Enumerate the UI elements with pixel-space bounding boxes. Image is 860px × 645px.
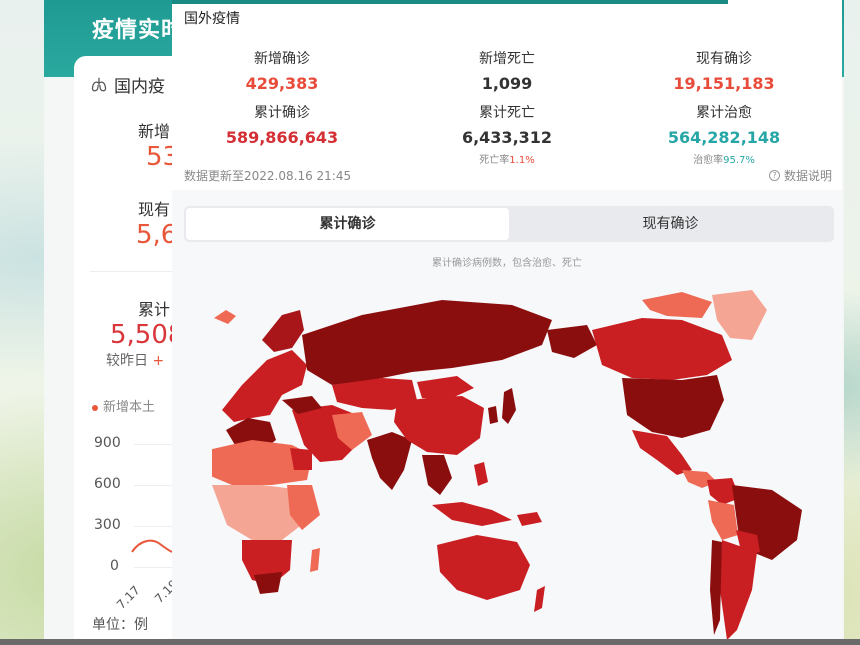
map-region-south-africa [254, 572, 282, 594]
stat-label: 现有确诊 [696, 51, 752, 67]
map-region-scandinavia [262, 310, 304, 352]
section-title: 国外疫情 [184, 11, 240, 27]
death-rate-value: 1.1% [509, 155, 535, 166]
stat-value: 19,151,183 [673, 74, 775, 93]
new-confirm-label: 新增 [138, 122, 171, 141]
stat-label: 累计死亡 [479, 105, 535, 121]
map-region-se-asia [422, 455, 452, 495]
chart-legend[interactable]: 新增本土 [92, 396, 155, 415]
stat-new-confirm: 新增确诊 429,383 [172, 48, 392, 93]
tab-total-confirm[interactable]: 累计确诊 [186, 208, 509, 240]
map-tabs: 累计确诊 现有确诊 [184, 206, 834, 242]
grid-line [134, 526, 174, 527]
card-header: 国内疫 [90, 72, 165, 97]
trend-line [131, 539, 173, 553]
data-explain-link[interactable]: ? 数据说明 [768, 167, 832, 184]
map-region-mongolia [417, 376, 474, 398]
grid-line [134, 485, 174, 486]
legend-dot-icon [92, 404, 98, 411]
map-region-alaska [547, 325, 597, 358]
y-tick: 300 [94, 517, 121, 533]
map-region-arctic-islands [642, 292, 712, 318]
data-explain-label: 数据说明 [783, 169, 832, 183]
map-region-madagascar [310, 548, 320, 572]
stat-new-death: 新增死亡 1,099 [397, 48, 617, 93]
grid-line [134, 444, 174, 445]
map-region-philippines [474, 462, 488, 486]
map-region-new-zealand [534, 586, 545, 612]
map-caption: 累计确诊病例数，包含治愈、死亡 [432, 258, 582, 269]
map-region-png [517, 512, 542, 526]
lung-icon [91, 77, 107, 91]
map-region-chile [710, 540, 722, 635]
stat-label: 累计治愈 [696, 105, 752, 121]
stat-value: 1,099 [481, 74, 533, 93]
top-strip [172, 0, 728, 4]
map-region-usa [622, 375, 724, 438]
stat-label: 新增确诊 [254, 51, 310, 67]
map-region-korea [488, 406, 498, 424]
help-icon: ? [768, 170, 780, 181]
cure-rate-value: 95.7% [723, 155, 755, 166]
death-rate-label: 死亡率 [479, 155, 510, 166]
current-confirm-label: 现有 [138, 200, 171, 219]
map-region-japan [502, 388, 516, 424]
stat-value: 429,383 [245, 74, 319, 93]
map-panel: 累计确诊 现有确诊 累计确诊病例数，包含治愈、死亡 [172, 190, 842, 645]
global-panel: 国外疫情 新增确诊 429,383 新增死亡 1,099 现有确诊 19,151… [172, 0, 842, 645]
update-time: 数据更新至2022.08.16 21:45 [184, 169, 352, 183]
stat-total-death: 累计死亡 6,433,312 死亡率1.1% [397, 102, 617, 166]
cure-rate-label: 治愈率 [693, 155, 724, 166]
compare-line: 较昨日 + [106, 350, 164, 370]
bottom-bar [0, 639, 860, 645]
y-tick: 600 [94, 476, 121, 492]
stat-total-confirm: 累计确诊 589,866,643 [172, 102, 392, 147]
map-region-canada [592, 318, 732, 380]
stat-label: 累计确诊 [254, 105, 310, 121]
world-map[interactable] [212, 290, 812, 645]
y-tick: 900 [94, 435, 121, 451]
stat-total-cured: 累计治愈 564,282,148 治愈率95.7% [614, 102, 834, 166]
map-region-indonesia [432, 502, 512, 526]
death-rate: 死亡率1.1% [397, 151, 617, 166]
grid-line [134, 567, 174, 568]
stat-current-confirm: 现有确诊 19,151,183 [614, 48, 834, 93]
compare-sign: + [152, 353, 165, 369]
map-region-argentina [720, 540, 757, 640]
page-title: 疫情实时 [92, 18, 185, 43]
stat-value: 589,866,643 [225, 128, 339, 147]
cure-rate: 治愈率95.7% [614, 151, 834, 166]
map-region-australia [437, 535, 530, 600]
map-region-peru [708, 500, 738, 540]
legend-label: 新增本土 [103, 400, 156, 415]
total-label: 累计 [138, 300, 171, 319]
stat-value: 564,282,148 [667, 128, 781, 147]
stat-value: 6,433,312 [461, 128, 553, 147]
map-region-russia [302, 300, 552, 385]
unit-label: 单位：例 [92, 617, 148, 633]
map-region-greenland [712, 290, 767, 340]
y-tick: 0 [110, 558, 119, 574]
card-title: 国内疫 [114, 77, 165, 97]
map-region-iceland [214, 310, 236, 324]
compare-label: 较昨日 [106, 353, 148, 369]
tab-current-confirm[interactable]: 现有确诊 [509, 208, 832, 240]
map-region-india [367, 432, 412, 490]
stat-label: 新增死亡 [479, 51, 535, 67]
